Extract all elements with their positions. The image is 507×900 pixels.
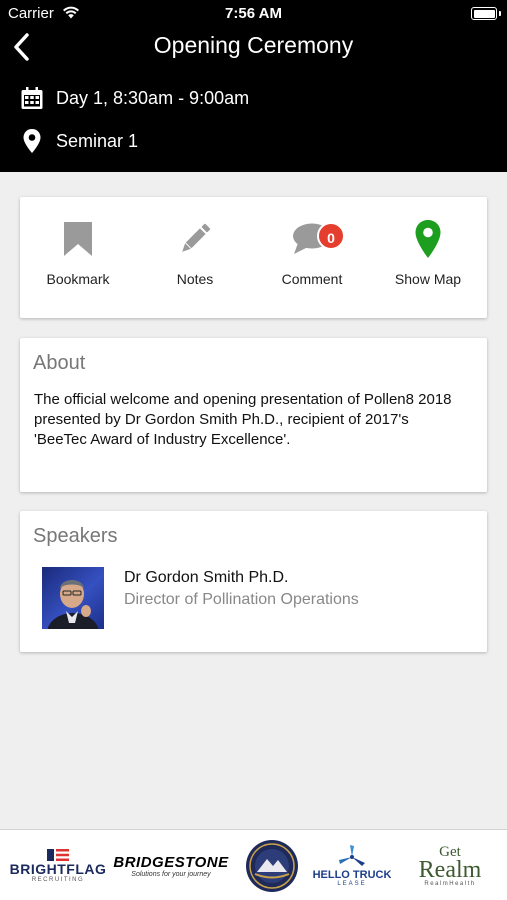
page-title: Opening Ceremony <box>153 32 354 58</box>
map-pin-icon <box>415 220 441 258</box>
speaker-role: Director of Pollination Operations <box>124 591 359 608</box>
hellotruck-name: HELLO TRUCK <box>312 868 392 881</box>
show-map-label: Show Map <box>394 271 462 287</box>
show-map-button[interactable]: Show Map <box>373 219 483 287</box>
getrealm-name: Realm <box>418 856 482 883</box>
speaker-item[interactable]: Dr Gordon Smith Ph.D. Director of Pollin… <box>42 567 472 629</box>
battery-nub <box>499 11 501 16</box>
back-button[interactable] <box>8 30 36 64</box>
comment-button[interactable]: 0 Comment <box>257 219 367 287</box>
chevron-left-icon <box>14 33 29 61</box>
session-venue-row: Seminar 1 <box>20 129 138 153</box>
bridgestone-sub: Solutions for your journey <box>131 870 211 878</box>
speakers-heading: Speakers <box>33 525 118 547</box>
sponsor-brightflag[interactable]: BRIGHTFLAG RECRUITING <box>9 830 107 900</box>
comment-label: Comment <box>281 271 343 287</box>
status-bar: Carrier 7:56 AM <box>0 0 507 26</box>
bookmark-icon <box>64 222 92 256</box>
bridgestone-name: BRIDGESTONE <box>113 853 229 871</box>
speakers-card: Speakers Dr Gordon Smith Ph.D. Director … <box>20 511 487 652</box>
sponsor-cloud-seal[interactable] <box>242 830 302 900</box>
getrealm-sub: RealmHealth <box>424 880 476 887</box>
about-heading: About <box>33 352 86 374</box>
speaker-name: Dr Gordon Smith Ph.D. <box>124 569 289 586</box>
session-header: Opening Ceremony Day 1, 8:30am - 9:00am <box>0 26 507 172</box>
sponsor-bar: BRIGHTFLAG RECRUITING BRIDGESTONE Soluti… <box>0 829 507 900</box>
session-venue: Seminar 1 <box>56 130 139 151</box>
about-card: About The official welcome and opening p… <box>20 338 487 492</box>
bookmark-button[interactable]: Bookmark <box>23 219 133 287</box>
battery-icon <box>471 7 497 20</box>
hellotruck-sub: LEASE <box>337 880 367 887</box>
calendar-icon <box>20 86 44 110</box>
cloud-seal-logo <box>246 839 298 892</box>
clock: 7:56 AM <box>225 5 282 22</box>
flag-icon <box>47 848 69 861</box>
comment-count-badge: 0 <box>317 222 345 250</box>
location-pin-icon <box>20 129 44 153</box>
pencil-icon <box>182 223 211 252</box>
brightflag-sub: RECRUITING <box>31 876 85 883</box>
sponsor-hellotruck[interactable]: HELLO TRUCK LEASE <box>306 830 398 900</box>
session-time: Day 1, 8:30am - 9:00am <box>56 87 250 108</box>
speaker-avatar <box>42 567 104 629</box>
sponsor-bridgestone[interactable]: BRIDGESTONE Solutions for your journey <box>110 830 232 900</box>
bookmark-label: Bookmark <box>46 271 110 287</box>
notes-button[interactable]: Notes <box>140 219 250 287</box>
sponsor-getrealm[interactable]: Get Realm RealmHealth <box>408 830 492 900</box>
notes-label: Notes <box>176 271 214 287</box>
session-time-row: Day 1, 8:30am - 9:00am <box>20 86 249 110</box>
actions-card: Bookmark Notes 0 Comment Show Map <box>20 197 487 318</box>
propeller-icon <box>339 844 365 866</box>
brightflag-name: BRIGHTFLAG <box>9 860 107 877</box>
about-description: The official welcome and opening present… <box>34 391 452 448</box>
